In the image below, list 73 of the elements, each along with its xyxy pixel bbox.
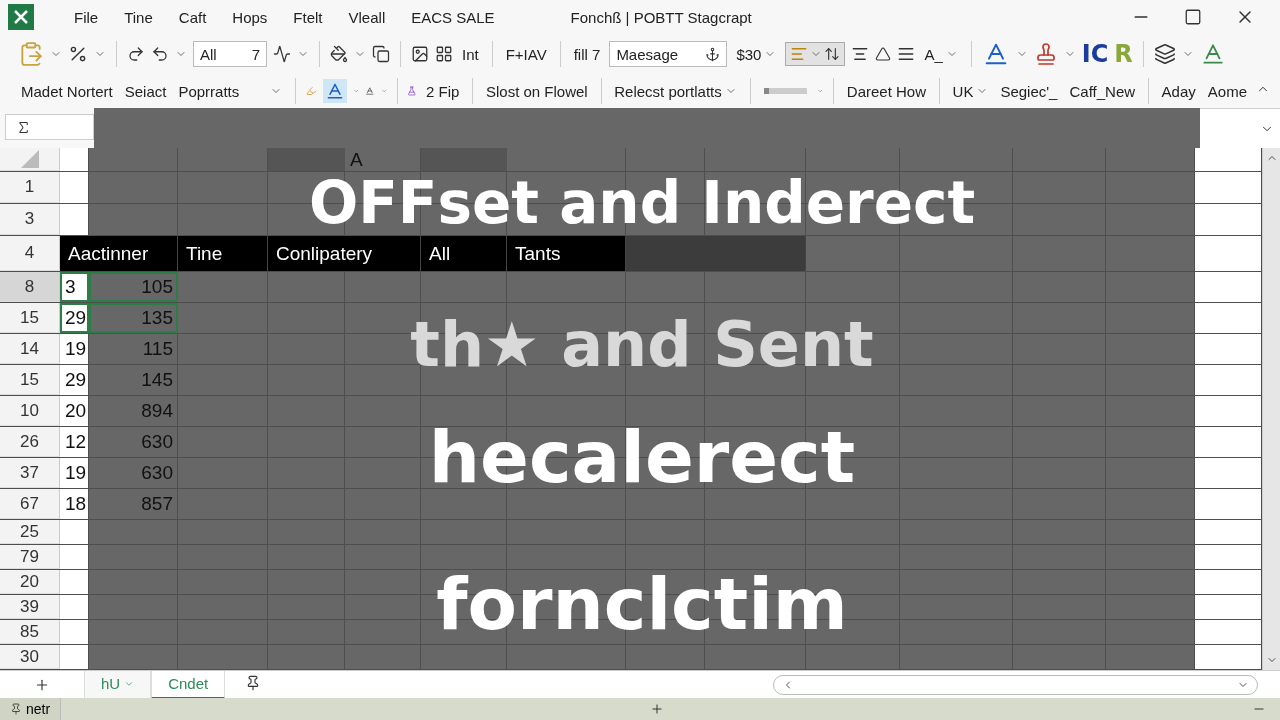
currency-button[interactable]: $30 bbox=[733, 43, 780, 65]
header-cell: Tine bbox=[178, 236, 268, 271]
font-field[interactable]: All 7 bbox=[193, 41, 267, 67]
menu-item[interactable]: EACS SALE bbox=[401, 8, 505, 26]
overlay-title: OFFset and Inderect bbox=[308, 174, 976, 232]
table-cell-text: 857 bbox=[140, 492, 174, 516]
table-cell: 29 bbox=[60, 303, 89, 333]
row-number[interactable]: 15 bbox=[0, 303, 60, 333]
menu-item[interactable]: Tine bbox=[114, 8, 163, 26]
font-size-button[interactable]: A_ bbox=[921, 43, 961, 65]
ribbon-button[interactable]: Segiec'_ bbox=[997, 80, 1061, 102]
table-cell-text: 630 bbox=[140, 430, 174, 454]
row-number[interactable]: 37 bbox=[0, 458, 60, 488]
row-number[interactable]: 25 bbox=[0, 520, 60, 544]
ribbon-dropdown[interactable]: UK bbox=[949, 80, 992, 102]
window-title: Fonchß | POBTT Stagcrapt bbox=[570, 8, 753, 26]
row-number[interactable]: 14 bbox=[0, 334, 60, 364]
table-cell-text: 19 bbox=[64, 337, 88, 361]
row-number[interactable]: 79 bbox=[0, 545, 60, 569]
ribbon-button[interactable]: Madet Nortert bbox=[18, 80, 116, 102]
table-cell-text: 145 bbox=[140, 368, 174, 392]
row-number[interactable]: 10 bbox=[0, 396, 60, 426]
overlay-title: th★ and Sent bbox=[410, 314, 874, 376]
style-field[interactable]: Maesage bbox=[609, 41, 728, 67]
row-number[interactable]: 8 bbox=[0, 272, 60, 302]
header-cell: Conlipatery bbox=[268, 236, 421, 271]
table-cell-text: 115 bbox=[141, 337, 174, 361]
row-number[interactable]: 4 bbox=[0, 236, 60, 271]
ribbon-dropdown[interactable]: Relecst portlatts bbox=[611, 80, 740, 102]
status-button[interactable]: netr bbox=[0, 698, 62, 720]
row-number[interactable]: 20 bbox=[0, 570, 60, 594]
sheet-tab[interactable]: hU bbox=[84, 670, 152, 699]
table-cell: 3 bbox=[60, 272, 89, 302]
table-cell-text: 29 bbox=[64, 368, 88, 392]
row-number[interactable]: 1 bbox=[0, 172, 60, 203]
ribbon-button[interactable]: Int bbox=[459, 43, 482, 65]
ribbon-button[interactable]: Slost on Flowel bbox=[482, 80, 591, 102]
header-cell: Aactinner bbox=[60, 236, 178, 271]
ribbon-button[interactable]: Aome bbox=[1204, 80, 1250, 102]
table-cell: 105 bbox=[89, 272, 178, 302]
ribbon-button[interactable]: Seiact bbox=[121, 80, 170, 102]
table-cell-text: 630 bbox=[140, 461, 174, 485]
table-cell-text: 894 bbox=[140, 399, 174, 423]
overlay-title: hecalerect bbox=[428, 421, 856, 493]
menu-item[interactable]: Vleall bbox=[338, 8, 396, 26]
row-number[interactable]: 67 bbox=[0, 489, 60, 519]
table-cell-text: 12 bbox=[64, 430, 88, 454]
menu-item[interactable]: Caft bbox=[168, 8, 217, 26]
ribbon-button[interactable]: Caff_New bbox=[1066, 80, 1139, 102]
overlay-title: fornclctim bbox=[436, 568, 848, 640]
row-number[interactable]: 3 bbox=[0, 204, 60, 235]
menu-item[interactable]: File bbox=[64, 8, 109, 26]
menu-item[interactable]: Ftelt bbox=[283, 8, 333, 26]
table-cell-text: 19 bbox=[64, 461, 88, 485]
row-number[interactable]: 39 bbox=[0, 595, 60, 619]
row-number[interactable]: 26 bbox=[0, 427, 60, 457]
row-number[interactable]: 85 bbox=[0, 620, 60, 644]
header-cell: Tants bbox=[507, 236, 626, 271]
ribbon-button[interactable]: Aday bbox=[1158, 80, 1199, 102]
menu-item[interactable]: Hops bbox=[222, 8, 278, 26]
table-cell-text: 20 bbox=[64, 399, 88, 423]
ribbon-dropdown[interactable]: Poprratts bbox=[175, 80, 286, 102]
ribbon-button[interactable]: Dareet How bbox=[843, 80, 929, 102]
table-cell: 135 bbox=[89, 303, 178, 333]
ribbon-button[interactable]: IC bbox=[1081, 40, 1109, 68]
header-cell: All bbox=[421, 236, 507, 271]
sheet-tab[interactable]: Cndet bbox=[151, 670, 226, 699]
ribbon-button[interactable]: F+IAV bbox=[502, 43, 550, 65]
row-number[interactable]: 15 bbox=[0, 365, 60, 395]
row-number[interactable]: 30 bbox=[0, 645, 60, 669]
ribbon-button[interactable]: fill 7 bbox=[570, 43, 604, 65]
ribbon-button[interactable]: 2 Fip bbox=[423, 80, 463, 102]
table-cell-text: 18 bbox=[64, 492, 88, 516]
